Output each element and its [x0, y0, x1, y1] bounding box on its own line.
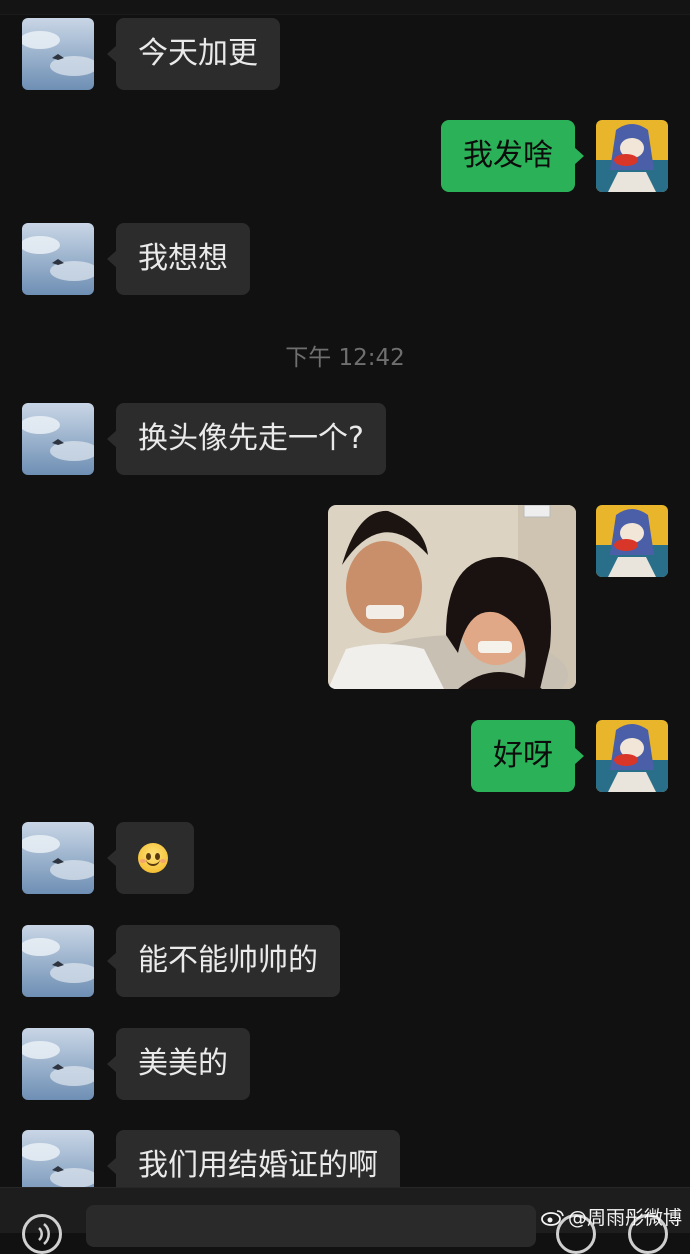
- contact-avatar[interactable]: [22, 18, 94, 90]
- message-bubble-incoming[interactable]: 换头像先走一个?: [107, 403, 386, 475]
- message-timestamp: 下午 12:42: [285, 345, 405, 371]
- self-avatar[interactable]: [596, 720, 668, 792]
- self-avatar[interactable]: [596, 505, 668, 577]
- contact-avatar[interactable]: [22, 403, 94, 475]
- watermark: @周雨彤微博: [541, 1203, 682, 1230]
- contact-avatar[interactable]: [22, 822, 94, 894]
- weibo-logo-icon: [541, 1209, 564, 1226]
- contact-avatar[interactable]: [22, 925, 94, 997]
- voice-icon: [38, 1223, 50, 1245]
- message-bubble-incoming[interactable]: 能不能帅帅的: [107, 925, 340, 997]
- top-edge: [0, 0, 690, 15]
- contact-avatar[interactable]: [22, 1028, 94, 1100]
- self-avatar[interactable]: [596, 120, 668, 192]
- message-bubble-incoming[interactable]: 今天加更: [107, 18, 280, 90]
- message-bubble-incoming[interactable]: 美美的: [107, 1028, 250, 1100]
- voice-input-button[interactable]: [22, 1214, 62, 1254]
- message-bubble-incoming[interactable]: [107, 822, 194, 894]
- message-input[interactable]: [86, 1205, 536, 1247]
- contact-avatar[interactable]: [22, 223, 94, 295]
- smile-emoji-icon: [138, 843, 168, 873]
- message-image[interactable]: [328, 505, 576, 689]
- message-bubble-outgoing[interactable]: 我发啥: [441, 120, 584, 192]
- watermark-text: @周雨彤微博: [567, 1207, 682, 1229]
- message-bubble-incoming[interactable]: 我想想: [107, 223, 250, 295]
- message-bubble-outgoing[interactable]: 好呀: [471, 720, 584, 792]
